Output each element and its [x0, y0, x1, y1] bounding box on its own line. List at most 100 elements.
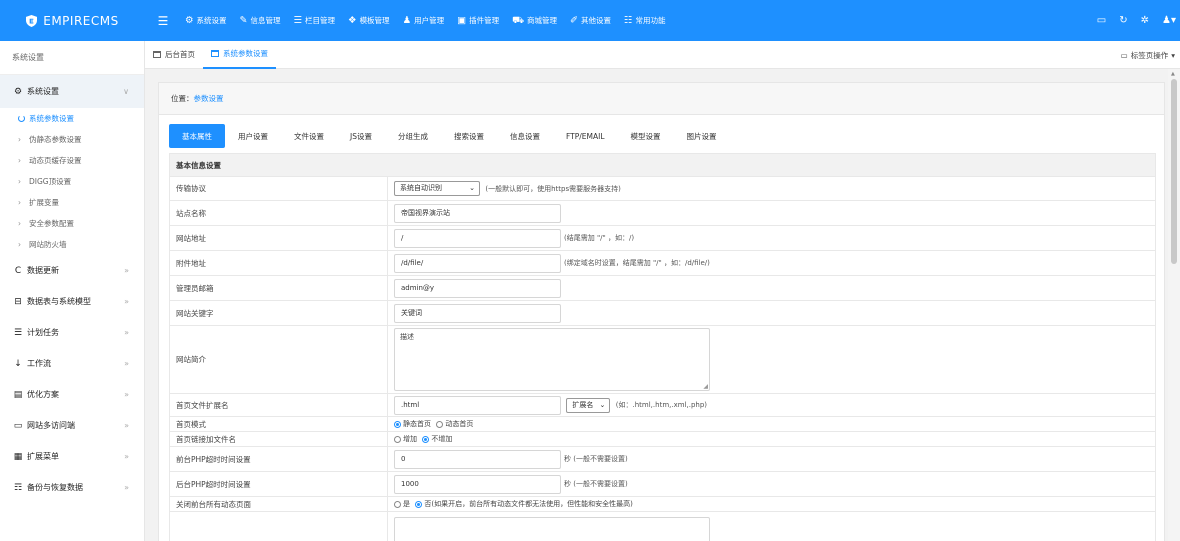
subtab-basic[interactable]: 基本属性 [169, 124, 225, 148]
chevron-right-icon: › [18, 240, 21, 249]
subtab-model[interactable]: 模型设置 [618, 124, 674, 148]
subtab-js[interactable]: JS设置 [337, 124, 385, 148]
settings-gear-icon[interactable]: ✲ [1141, 15, 1149, 26]
sidebar-group-workflow[interactable]: ↓ 工作流 » [0, 348, 144, 379]
sidebar-item-rewrite[interactable]: › 伪静态参数设置 [0, 129, 144, 150]
sidebar-item-security[interactable]: › 安全参数配置 [0, 213, 144, 234]
field-label: 前台PHP超时时间设置 [169, 446, 388, 472]
sidebar-group-scheduled-tasks[interactable]: ☰ 计划任务 » [0, 317, 144, 348]
sidebar-group-label: 数据表与系统模型 [27, 297, 91, 306]
ext-select[interactable]: 扩展名 ⌄ [566, 397, 611, 413]
radio-close-yes[interactable] [394, 500, 401, 508]
intro-textarea[interactable]: 描述 ◢ [394, 328, 710, 391]
topnav-user-manage[interactable]: ♟ 用户管理 [400, 0, 455, 41]
gear-icon: ⚙ [185, 15, 194, 26]
tab-operations-button[interactable]: ▭ 标签页操作 ▾ [1121, 41, 1175, 69]
subtab-user[interactable]: 用户设置 [225, 124, 281, 148]
chevron-right-icon: › [18, 135, 21, 144]
field-hint: 秒 (一般不需要设置) [564, 455, 628, 463]
subtab-image[interactable]: 图片设置 [674, 124, 730, 148]
form-row-close-dynamic: 关闭前台所有动态页面 是 否(如果开启，前台所有动态文件都无法使用，但性能和安全… [169, 496, 1156, 512]
site-url-input[interactable]: / [394, 228, 561, 248]
laptop-icon: ▭ [13, 420, 23, 431]
sidebar-group-data-update[interactable]: C 数据更新 » [0, 255, 144, 286]
refresh-icon[interactable]: ↻ [1119, 15, 1127, 26]
topnav-other-settings[interactable]: ✐ 其他设置 [567, 0, 621, 41]
topnav-shop-manage[interactable]: ⛟ 商城管理 [509, 0, 567, 41]
resize-grip-icon[interactable]: ◢ [703, 383, 708, 390]
breadcrumb-link[interactable]: 参数设置 [194, 94, 224, 103]
subtab-info[interactable]: 信息设置 [497, 124, 553, 148]
index-ext-input[interactable]: .html [394, 395, 561, 415]
form-row-site-url: 网站地址 / (结尾需加 "/" ，如：/) [169, 225, 1156, 251]
attach-url-input[interactable]: /d/file/ [394, 253, 561, 273]
front-timeout-input[interactable]: 0 [394, 449, 561, 469]
sidebar-group-optimization[interactable]: ▤ 优化方案 » [0, 379, 144, 410]
sidebar-item-digg[interactable]: › DIGG顶设置 [0, 171, 144, 192]
subtab-ftp-email[interactable]: FTP/EMAIL [553, 124, 618, 148]
sidebar-group-label: 优化方案 [27, 390, 59, 399]
sidebar-group-system-settings[interactable]: ⚙ 系统设置 ∨ [0, 75, 144, 108]
field-label: 首页文件扩展名 [169, 393, 388, 417]
window-icon: ▭ [1120, 50, 1128, 60]
topnav-plugin-manage[interactable]: ▣ 插件管理 [454, 0, 509, 41]
scroll-up-icon[interactable]: ▲ [1171, 71, 1175, 77]
next-textarea[interactable] [394, 516, 710, 541]
sidebar-group-backup[interactable]: ☶ 备份与恢复数据 » [0, 472, 144, 503]
sidebar-item-system-params[interactable]: 系统参数设置 [0, 108, 144, 129]
topnav-common-functions[interactable]: ☷ 常用功能 [621, 0, 676, 41]
menu-toggle-icon[interactable]: ☰ [154, 14, 172, 28]
topnav-label: 用户管理 [414, 16, 445, 25]
layers-icon: ❖ [348, 15, 357, 26]
sidebar-group-tables-models[interactable]: ⊟ 数据表与系统模型 » [0, 286, 144, 317]
form-row-intro: 网站简介 描述 ◢ [169, 325, 1156, 394]
protocol-select[interactable]: 系统自动识别 ⌄ [394, 181, 480, 196]
sidebar-item-dynamic-cache[interactable]: › 动态页缓存设置 [0, 150, 144, 171]
admin-email-input[interactable]: admin@y [394, 278, 561, 298]
chevron-right-icon: › [18, 198, 21, 207]
topnav-column-manage[interactable]: ☰ 栏目管理 [291, 0, 346, 41]
select-value: 扩展名 [572, 400, 594, 409]
subtab-group-gen[interactable]: 分组生成 [385, 124, 441, 148]
radio-label: 否(如果开启，前台所有动态文件都无法使用，但性能和安全性最高) [424, 500, 633, 508]
radio-close-no[interactable] [415, 500, 423, 508]
site-name-input[interactable]: 帝国视界演示站 [394, 203, 561, 223]
field-hint: (如：.html,.htm,.xml,.php) [615, 401, 707, 409]
book-icon: ▤ [13, 389, 23, 400]
double-chevron-icon: » [124, 359, 129, 368]
subtab-file[interactable]: 文件设置 [281, 124, 337, 148]
user-menu-icon[interactable]: ♟▾ [1162, 15, 1176, 26]
page-scrollbar[interactable]: ▲ [1168, 69, 1180, 541]
menu-icon: ▦ [13, 451, 23, 462]
sidebar-item-label: 动态页缓存设置 [29, 156, 82, 165]
sidebar-group-ext-menu[interactable]: ▦ 扩展菜单 » [0, 441, 144, 472]
radio-static-index[interactable] [394, 420, 401, 428]
back-timeout-input[interactable]: 1000 [394, 474, 561, 494]
form-row-admin-email: 管理员邮箱 admin@y [169, 275, 1156, 301]
tab-admin-home[interactable]: 后台首页 [145, 41, 203, 69]
field-label: 附件地址 [169, 250, 388, 276]
field-hint: (一般默认即可，使用https需要服务器支持) [485, 184, 621, 193]
topnav-system-settings[interactable]: ⚙ 系统设置 [182, 0, 237, 41]
form-row-index-ext: 首页文件扩展名 .html 扩展名 ⌄ (如：.html,.htm,.xml,.p… [169, 393, 1156, 417]
select-value: 系统自动识别 [400, 184, 442, 192]
scrollbar-thumb[interactable] [1171, 79, 1177, 264]
tab-system-params[interactable]: 系统参数设置 [203, 41, 276, 69]
form-row-keywords: 网站关键字 关键词 [169, 300, 1156, 326]
sidebar-group-multi-access[interactable]: ▭ 网站多访问端 » [0, 410, 144, 441]
monitor-icon[interactable]: ▭ [1097, 15, 1106, 26]
radio-add-filename[interactable] [394, 435, 401, 443]
sidebar-group-label: 数据更新 [27, 266, 59, 275]
topnav-template-manage[interactable]: ❖ 模板管理 [345, 0, 400, 41]
subtab-search[interactable]: 搜索设置 [441, 124, 497, 148]
sidebar-item-ext-vars[interactable]: › 扩展变量 [0, 192, 144, 213]
backup-icon: ☶ [13, 482, 23, 493]
keywords-input[interactable]: 关键词 [394, 303, 561, 323]
radio-dynamic-index[interactable] [436, 420, 444, 428]
breadcrumb-prefix: 位置： [171, 94, 194, 103]
sidebar-item-firewall[interactable]: › 网站防火墙 [0, 234, 144, 255]
brand-logo[interactable]: EMPIRECMS [0, 0, 145, 41]
radio-no-filename[interactable] [422, 435, 430, 443]
radio-label: 是 [403, 500, 410, 508]
topnav-info-manage[interactable]: ✎ 信息管理 [237, 0, 291, 41]
